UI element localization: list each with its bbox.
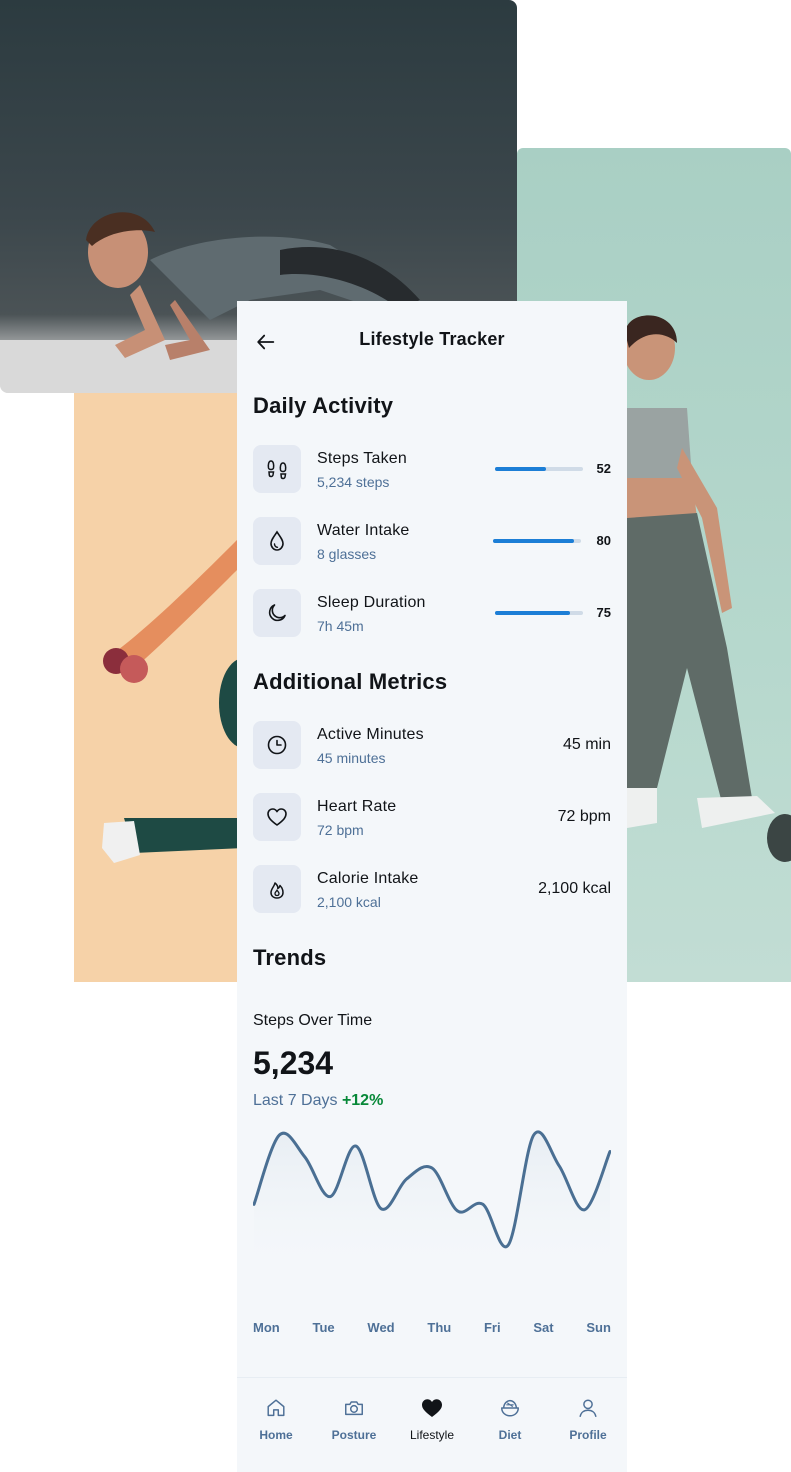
flame-icon xyxy=(270,882,284,899)
steps-progress-value: 52 xyxy=(596,461,611,476)
x-tick-label: Thu xyxy=(427,1320,452,1335)
water-title: Water Intake xyxy=(317,522,410,539)
sleep-progress-bar xyxy=(495,611,583,615)
sleep-subtitle: 7h 45m xyxy=(317,618,364,634)
heart-rate-value: 72 bpm xyxy=(557,808,611,825)
steps-progress-bar xyxy=(495,467,583,471)
daily-activity-heading: Daily Activity xyxy=(253,393,394,418)
x-tick-label: Fri xyxy=(483,1320,501,1335)
sleep-icon-box xyxy=(253,589,301,637)
chart-title: Steps Over Time xyxy=(253,1012,373,1029)
moon-icon xyxy=(268,604,286,622)
steps-icon-box xyxy=(253,445,301,493)
activity-row-sleep[interactable]: Sleep Duration 7h 45m 75 xyxy=(253,589,611,637)
heart-icon xyxy=(267,808,287,826)
sleep-progress-fill xyxy=(495,611,570,615)
metric-row-heart-rate[interactable]: Heart Rate 72 bpm 72 bpm xyxy=(253,793,611,841)
active-minutes-title: Active Minutes xyxy=(317,726,424,743)
nav-label-diet: Diet xyxy=(498,1428,522,1442)
heart-rate-subtitle: 72 bpm xyxy=(317,822,364,838)
calorie-subtitle: 2,100 kcal xyxy=(317,894,381,910)
active-minutes-value: 45 min xyxy=(562,736,611,753)
nav-label-profile: Profile xyxy=(569,1428,607,1442)
calorie-icon-box xyxy=(253,865,301,913)
phone-screen: Lifestyle Tracker Daily Activity Steps T… xyxy=(237,301,627,1472)
water-progress-value: 80 xyxy=(596,533,611,548)
bowl-icon xyxy=(501,1399,519,1417)
water-progress-fill xyxy=(493,539,574,543)
steps-series-area xyxy=(254,1131,610,1279)
footprints-icon xyxy=(267,460,287,480)
bottom-nav: Home Posture Lifestyle Diet Profile xyxy=(237,1377,627,1472)
water-icon-box xyxy=(253,517,301,565)
steps-title: Steps Taken xyxy=(317,450,407,467)
chart-delta: +12% xyxy=(341,1092,384,1109)
nav-label-posture: Posture xyxy=(331,1428,377,1442)
additional-metrics-heading: Additional Metrics xyxy=(253,669,448,694)
water-progress-bar xyxy=(493,539,581,543)
activity-row-steps[interactable]: Steps Taken 5,234 steps 52 xyxy=(253,445,611,493)
steps-subtitle: 5,234 steps xyxy=(317,474,390,490)
page-title: Lifestyle Tracker xyxy=(359,329,505,349)
top-app-bar: Lifestyle Tracker xyxy=(237,301,627,381)
x-tick-label: Sat xyxy=(533,1320,554,1335)
steps-progress-fill xyxy=(495,467,547,471)
nav-item-profile[interactable]: Profile xyxy=(553,1396,623,1472)
trends-heading: Trends xyxy=(253,945,327,970)
sleep-progress-value: 75 xyxy=(596,605,611,620)
chart-x-axis: Mon Tue Wed Thu Fri Sat Sun xyxy=(253,1320,611,1335)
activity-row-water[interactable]: Water Intake 8 glasses 80 xyxy=(253,517,611,565)
active-minutes-icon-box xyxy=(253,721,301,769)
metric-row-calorie-intake[interactable]: Calorie Intake 2,100 kcal 2,100 kcal xyxy=(253,865,611,913)
chart-total-value: 5,234 xyxy=(253,1045,334,1081)
active-minutes-subtitle: 45 minutes xyxy=(317,750,386,766)
nav-item-home[interactable]: Home xyxy=(241,1396,311,1472)
nav-item-lifestyle[interactable]: Lifestyle xyxy=(397,1396,467,1472)
heart-rate-icon-box xyxy=(253,793,301,841)
nav-label-home: Home xyxy=(259,1428,293,1442)
cartoon-workout-illustration xyxy=(74,393,244,982)
user-icon xyxy=(579,1399,597,1417)
chart-period-label: Last 7 Days xyxy=(253,1092,338,1109)
nav-item-diet[interactable]: Diet xyxy=(475,1396,545,1472)
x-tick-label: Mon xyxy=(253,1320,280,1335)
chart-period: Last 7 Days +12% xyxy=(253,1092,383,1110)
x-tick-label: Wed xyxy=(367,1320,395,1335)
nav-label-lifestyle: Lifestyle xyxy=(409,1428,455,1442)
camera-icon xyxy=(345,1401,363,1416)
water-subtitle: 8 glasses xyxy=(317,546,377,562)
metric-row-active-minutes[interactable]: Active Minutes 45 minutes 45 min xyxy=(253,721,611,769)
heart-rate-title: Heart Rate xyxy=(317,798,397,815)
calorie-title: Calorie Intake xyxy=(317,870,419,887)
drop-icon xyxy=(270,530,284,551)
nav-item-posture[interactable]: Posture xyxy=(319,1396,389,1472)
steps-line-chart[interactable] xyxy=(253,1129,611,1279)
calorie-value: 2,100 kcal xyxy=(538,880,611,897)
sleep-title: Sleep Duration xyxy=(317,594,426,611)
clock-icon xyxy=(267,735,287,755)
x-tick-label: Tue xyxy=(312,1320,335,1335)
dumbbell-illustration xyxy=(102,533,244,863)
heart-filled-icon xyxy=(422,1399,442,1417)
home-icon xyxy=(267,1399,285,1417)
x-tick-label: Sun xyxy=(586,1320,611,1335)
